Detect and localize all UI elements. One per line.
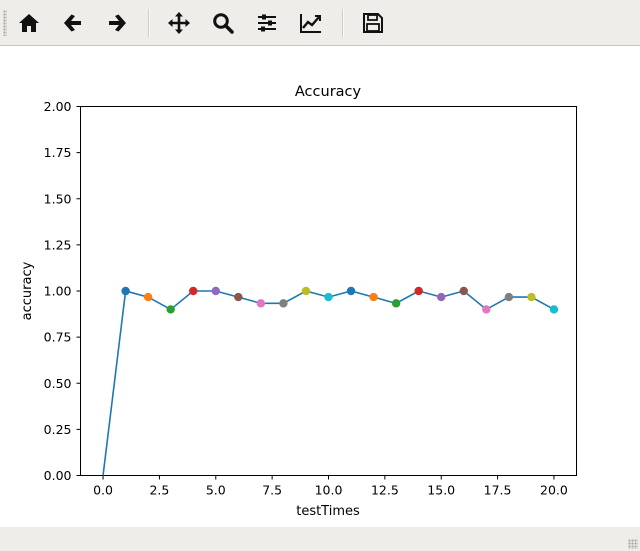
y-tick-label: 1.75 (44, 145, 72, 160)
data-point (346, 286, 356, 296)
sliders-icon (258, 14, 276, 32)
data-point (504, 292, 514, 302)
data-point (527, 292, 536, 302)
data-point (414, 286, 423, 296)
save-button[interactable] (356, 6, 390, 40)
data-point (324, 292, 333, 302)
figure-canvas[interactable]: Accuracy testTimes accuracy 0.0 2.5 5.0 7.5… (0, 47, 640, 527)
accuracy-chart: Accuracy testTimes accuracy 0.0 2.5 5.0 7.5… (20, 84, 577, 519)
arrow-right-icon (109, 14, 126, 32)
x-tick-label: 15.0 (427, 483, 455, 498)
forward-button[interactable] (100, 6, 134, 40)
y-axis-ticks: 0.00 0.25 0.50 0.75 1.00 1.25 1.50 1.75 2.00 (44, 99, 81, 483)
floppy-disk-icon (363, 13, 383, 33)
y-tick-label: 1.00 (44, 284, 72, 299)
x-tick-label: 7.5 (262, 483, 282, 498)
home-button[interactable] (12, 6, 46, 40)
edit-axis-button[interactable] (294, 6, 328, 40)
y-tick-label: 0.00 (44, 468, 72, 483)
x-tick-label: 5.0 (206, 483, 226, 498)
x-tick-label: 20.0 (540, 483, 568, 498)
data-point (301, 286, 311, 296)
data-point (143, 292, 153, 302)
data-point (482, 305, 491, 314)
data-point (279, 299, 288, 308)
data-point (369, 292, 378, 302)
x-tick-label: 0.0 (93, 483, 113, 498)
toolbar-grip[interactable] (3, 10, 7, 36)
move-arrows-icon (168, 12, 190, 34)
x-tick-label: 12.5 (371, 483, 399, 498)
y-tick-label: 0.25 (44, 422, 72, 437)
arrow-left-icon (64, 14, 81, 32)
plot-area (80, 106, 577, 476)
toolbar-separator (148, 9, 150, 37)
x-tick-label: 10.0 (315, 483, 343, 498)
data-point (391, 299, 401, 308)
x-axis-ticks: 0.0 2.5 5.0 7.5 10.0 12.5 15.0 17.5 20.0 (93, 475, 568, 498)
line-chart-icon (300, 14, 321, 33)
y-tick-label: 0.75 (44, 330, 72, 345)
x-tick-label: 17.5 (484, 483, 512, 498)
navigation-toolbar (0, 0, 640, 46)
magnifier-icon (213, 13, 234, 34)
data-point (549, 305, 559, 314)
x-axis-label: testTimes (296, 504, 360, 519)
data-point (437, 292, 446, 302)
data-point (121, 286, 130, 296)
y-axis-label: accuracy (20, 261, 35, 320)
back-button[interactable] (56, 6, 90, 40)
y-tick-label: 1.25 (44, 237, 72, 252)
data-point (189, 286, 198, 296)
x-tick-label: 2.5 (149, 483, 169, 498)
data-point (211, 286, 220, 296)
data-point (234, 292, 243, 302)
chart-title: Accuracy (295, 84, 362, 100)
zoom-button[interactable] (206, 6, 240, 40)
data-point (256, 299, 266, 308)
status-bar (0, 527, 640, 551)
subplots-button[interactable] (250, 6, 284, 40)
data-point (166, 305, 175, 314)
data-point (459, 286, 468, 296)
y-tick-label: 2.00 (44, 99, 72, 114)
toolbar-separator (342, 9, 344, 37)
home-icon (19, 14, 39, 32)
y-tick-label: 1.50 (44, 191, 72, 206)
resize-grip[interactable] (628, 539, 638, 549)
y-tick-label: 0.50 (44, 376, 72, 391)
pan-button[interactable] (162, 6, 196, 40)
